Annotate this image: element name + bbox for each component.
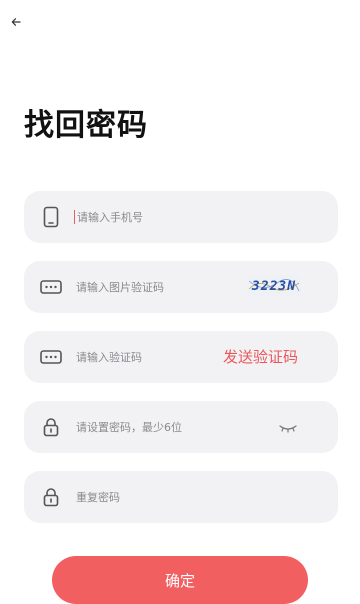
image-code-input[interactable] (76, 261, 236, 313)
password-input[interactable] (76, 401, 236, 453)
confirm-button[interactable]: 确定 (52, 556, 308, 604)
dots-box-icon (40, 346, 62, 368)
arrow-left-icon (11, 18, 21, 26)
sms-code-input[interactable] (76, 331, 236, 383)
password-repeat-input[interactable] (76, 471, 236, 523)
send-code-button[interactable]: 发送验证码 (223, 331, 298, 383)
dots-box-icon (40, 276, 62, 298)
lock-icon (40, 416, 62, 438)
lock-icon (40, 486, 62, 508)
password-repeat-field[interactable] (24, 471, 338, 523)
sms-code-field[interactable]: 发送验证码 (24, 331, 338, 383)
page-title: 找回密码 (24, 108, 148, 143)
captcha-image[interactable]: 3223N (247, 275, 301, 297)
password-field[interactable] (24, 401, 338, 453)
phone-input[interactable] (74, 210, 237, 224)
back-button[interactable] (6, 12, 26, 32)
image-code-field[interactable]: 3223N (24, 261, 338, 313)
phone-icon (40, 206, 62, 228)
captcha-text: 3223N (251, 278, 297, 294)
phone-field[interactable] (24, 191, 338, 243)
eye-closed-icon[interactable] (278, 420, 298, 434)
